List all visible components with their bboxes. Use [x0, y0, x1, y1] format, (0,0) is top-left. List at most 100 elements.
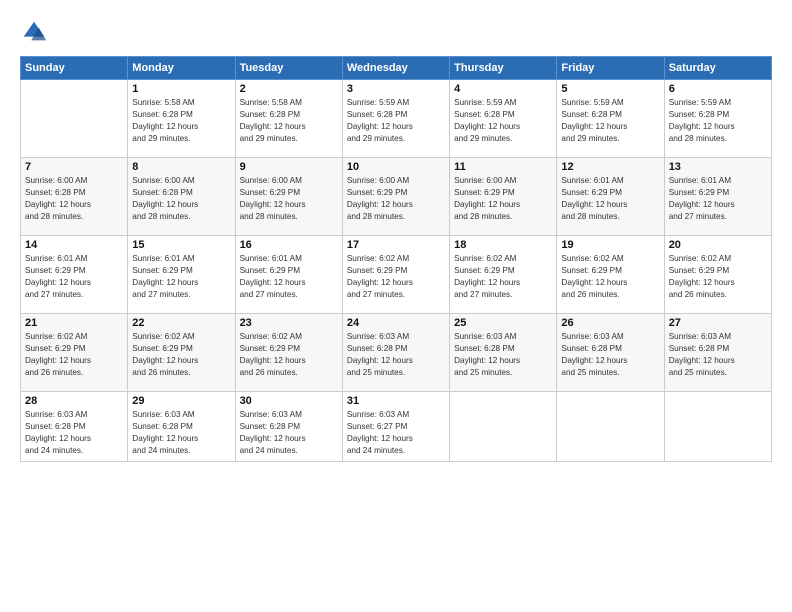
day-number: 11	[454, 161, 552, 173]
day-info: Sunrise: 6:02 AMSunset: 6:29 PMDaylight:…	[25, 331, 123, 379]
day-number: 20	[669, 239, 767, 251]
day-cell	[557, 392, 664, 462]
page: SundayMondayTuesdayWednesdayThursdayFrid…	[0, 0, 792, 612]
day-info: Sunrise: 6:00 AMSunset: 6:29 PMDaylight:…	[454, 175, 552, 223]
day-cell: 8Sunrise: 6:00 AMSunset: 6:28 PMDaylight…	[128, 158, 235, 236]
day-info: Sunrise: 6:02 AMSunset: 6:29 PMDaylight:…	[454, 253, 552, 301]
day-info: Sunrise: 6:00 AMSunset: 6:28 PMDaylight:…	[25, 175, 123, 223]
day-info: Sunrise: 5:59 AMSunset: 6:28 PMDaylight:…	[347, 97, 445, 145]
day-info: Sunrise: 6:03 AMSunset: 6:28 PMDaylight:…	[132, 409, 230, 457]
logo-icon	[20, 18, 48, 46]
day-info: Sunrise: 6:02 AMSunset: 6:29 PMDaylight:…	[561, 253, 659, 301]
day-cell	[664, 392, 771, 462]
day-cell	[21, 80, 128, 158]
day-cell: 15 Sunrise: 6:01 AMSunset: 6:29 PMDayligh…	[128, 236, 235, 314]
day-number: 27	[669, 317, 767, 329]
day-number: 4	[454, 83, 552, 95]
day-number: 31	[347, 395, 445, 407]
day-number: 18	[454, 239, 552, 251]
header	[20, 18, 772, 46]
day-cell: 26 Sunrise: 6:03 AMSunset: 6:28 PMDayligh…	[557, 314, 664, 392]
week-row-3: 14 Sunrise: 6:01 AMSunset: 6:29 PMDayligh…	[21, 236, 772, 314]
day-cell: 7 Sunrise: 6:00 AMSunset: 6:28 PMDaylight…	[21, 158, 128, 236]
day-cell: 3 Sunrise: 5:59 AMSunset: 6:28 PMDaylight…	[342, 80, 449, 158]
day-cell: 25 Sunrise: 6:03 AMSunset: 6:28 PMDayligh…	[450, 314, 557, 392]
day-info: Sunrise: 6:01 AMSunset: 6:29 PMDaylight:…	[25, 253, 123, 301]
day-number: 26	[561, 317, 659, 329]
day-cell: 21 Sunrise: 6:02 AMSunset: 6:29 PMDayligh…	[21, 314, 128, 392]
day-info: Sunrise: 6:03 AMSunset: 6:28 PMDaylight:…	[347, 331, 445, 379]
day-number: 10	[347, 161, 445, 173]
day-number: 8	[132, 161, 230, 173]
day-number: 16	[240, 239, 338, 251]
week-row-2: 7 Sunrise: 6:00 AMSunset: 6:28 PMDaylight…	[21, 158, 772, 236]
day-info: Sunrise: 6:02 AMSunset: 6:29 PMDaylight:…	[132, 331, 230, 379]
col-header-tuesday: Tuesday	[235, 57, 342, 80]
day-number: 28	[25, 395, 123, 407]
day-number: 14	[25, 239, 123, 251]
day-cell: 24 Sunrise: 6:03 AMSunset: 6:28 PMDayligh…	[342, 314, 449, 392]
day-info: Sunrise: 6:03 AMSunset: 6:28 PMDaylight:…	[669, 331, 767, 379]
col-header-sunday: Sunday	[21, 57, 128, 80]
day-info: Sunrise: 5:59 AMSunset: 6:28 PMDaylight:…	[561, 97, 659, 145]
day-info: Sunrise: 5:58 AMSunset: 6:28 PMDaylight:…	[132, 97, 230, 145]
day-number: 7	[25, 161, 123, 173]
day-info: Sunrise: 6:03 AMSunset: 6:27 PMDaylight:…	[347, 409, 445, 457]
week-row-1: 1 Sunrise: 5:58 AMSunset: 6:28 PMDaylight…	[21, 80, 772, 158]
col-header-saturday: Saturday	[664, 57, 771, 80]
week-row-5: 28 Sunrise: 6:03 AMSunset: 6:28 PMDayligh…	[21, 392, 772, 462]
day-info: Sunrise: 6:02 AMSunset: 6:29 PMDaylight:…	[669, 253, 767, 301]
day-info: Sunrise: 6:01 AMSunset: 6:29 PMDaylight:…	[132, 253, 230, 301]
day-cell: 31 Sunrise: 6:03 AMSunset: 6:27 PMDayligh…	[342, 392, 449, 462]
day-cell	[450, 392, 557, 462]
day-cell: 5 Sunrise: 5:59 AMSunset: 6:28 PMDaylight…	[557, 80, 664, 158]
calendar-table: SundayMondayTuesdayWednesdayThursdayFrid…	[20, 56, 772, 462]
day-cell: 19Sunrise: 6:02 AMSunset: 6:29 PMDayligh…	[557, 236, 664, 314]
day-info: Sunrise: 6:02 AMSunset: 6:29 PMDaylight:…	[347, 253, 445, 301]
day-info: Sunrise: 6:00 AMSunset: 6:29 PMDaylight:…	[240, 175, 338, 223]
day-number: 9	[240, 161, 338, 173]
day-info: Sunrise: 5:59 AMSunset: 6:28 PMDaylight:…	[669, 97, 767, 145]
day-number: 30	[240, 395, 338, 407]
day-number: 15	[132, 239, 230, 251]
day-cell: 28 Sunrise: 6:03 AMSunset: 6:28 PMDayligh…	[21, 392, 128, 462]
day-number: 17	[347, 239, 445, 251]
col-header-wednesday: Wednesday	[342, 57, 449, 80]
logo	[20, 18, 52, 46]
day-number: 1	[132, 83, 230, 95]
day-cell: 11 Sunrise: 6:00 AMSunset: 6:29 PMDayligh…	[450, 158, 557, 236]
day-cell: 14 Sunrise: 6:01 AMSunset: 6:29 PMDayligh…	[21, 236, 128, 314]
col-header-monday: Monday	[128, 57, 235, 80]
day-cell: 1 Sunrise: 5:58 AMSunset: 6:28 PMDaylight…	[128, 80, 235, 158]
day-info: Sunrise: 6:01 AMSunset: 6:29 PMDaylight:…	[561, 175, 659, 223]
col-header-thursday: Thursday	[450, 57, 557, 80]
day-cell: 29 Sunrise: 6:03 AMSunset: 6:28 PMDayligh…	[128, 392, 235, 462]
day-cell: 2Sunrise: 5:58 AMSunset: 6:28 PMDaylight…	[235, 80, 342, 158]
day-cell: 4Sunrise: 5:59 AMSunset: 6:28 PMDaylight…	[450, 80, 557, 158]
day-number: 29	[132, 395, 230, 407]
header-row: SundayMondayTuesdayWednesdayThursdayFrid…	[21, 57, 772, 80]
day-info: Sunrise: 6:03 AMSunset: 6:28 PMDaylight:…	[25, 409, 123, 457]
day-number: 25	[454, 317, 552, 329]
day-cell: 16 Sunrise: 6:01 AMSunset: 6:29 PMDayligh…	[235, 236, 342, 314]
day-number: 12	[561, 161, 659, 173]
day-number: 22	[132, 317, 230, 329]
day-cell: 10 Sunrise: 6:00 AMSunset: 6:29 PMDayligh…	[342, 158, 449, 236]
day-cell: 22 Sunrise: 6:02 AMSunset: 6:29 PMDayligh…	[128, 314, 235, 392]
day-number: 21	[25, 317, 123, 329]
day-info: Sunrise: 6:01 AMSunset: 6:29 PMDaylight:…	[240, 253, 338, 301]
day-number: 3	[347, 83, 445, 95]
day-info: Sunrise: 6:03 AMSunset: 6:28 PMDaylight:…	[454, 331, 552, 379]
day-cell: 17 Sunrise: 6:02 AMSunset: 6:29 PMDayligh…	[342, 236, 449, 314]
day-info: Sunrise: 6:00 AMSunset: 6:29 PMDaylight:…	[347, 175, 445, 223]
day-number: 5	[561, 83, 659, 95]
day-cell: 23Sunrise: 6:02 AMSunset: 6:29 PMDayligh…	[235, 314, 342, 392]
day-cell: 12 Sunrise: 6:01 AMSunset: 6:29 PMDayligh…	[557, 158, 664, 236]
day-cell: 30Sunrise: 6:03 AMSunset: 6:28 PMDayligh…	[235, 392, 342, 462]
day-info: Sunrise: 6:01 AMSunset: 6:29 PMDaylight:…	[669, 175, 767, 223]
day-cell: 6Sunrise: 5:59 AMSunset: 6:28 PMDaylight…	[664, 80, 771, 158]
week-row-4: 21 Sunrise: 6:02 AMSunset: 6:29 PMDayligh…	[21, 314, 772, 392]
day-info: Sunrise: 6:03 AMSunset: 6:28 PMDaylight:…	[561, 331, 659, 379]
day-number: 24	[347, 317, 445, 329]
col-header-friday: Friday	[557, 57, 664, 80]
